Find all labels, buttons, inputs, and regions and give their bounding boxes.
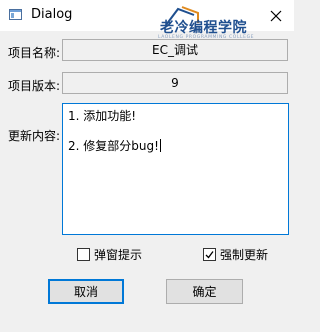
force-update-label: 强制更新	[220, 247, 269, 262]
watermark-text: 老冷编程学院	[160, 20, 247, 36]
project-name-label: 项目名称:	[8, 46, 61, 60]
project-name-field[interactable]: EC_调试	[62, 39, 288, 61]
update-line-1: 1. 添加功能!	[68, 109, 137, 123]
title-bar[interactable]: Dialog 老冷编程学院 LAOLENG PROGRAMMING COLLEG…	[0, 0, 294, 40]
popup-hint-checkbox[interactable]	[77, 247, 90, 261]
window-icon	[9, 9, 22, 20]
project-version-field[interactable]: 9	[62, 72, 288, 94]
window-title: Dialog	[31, 7, 73, 22]
close-button[interactable]	[266, 6, 286, 26]
checkmark-icon	[205, 250, 214, 258]
force-update-option[interactable]: 强制更新	[203, 246, 268, 262]
update-content-textarea[interactable]: 1. 添加功能! 2. 修复部分bug!	[62, 103, 289, 235]
close-icon	[270, 10, 282, 22]
popup-hint-label: 弹窗提示	[94, 247, 143, 262]
project-version-label: 项目版本:	[8, 79, 61, 93]
update-content-label: 更新内容:	[8, 129, 61, 143]
force-update-checkbox[interactable]	[203, 247, 216, 261]
update-line-2-row: 2. 修复部分bug!	[68, 138, 283, 154]
cancel-button[interactable]: 取消	[48, 279, 124, 304]
text-caret	[159, 139, 161, 152]
popup-hint-option[interactable]: 弹窗提示	[77, 246, 142, 262]
update-line-2: 2. 修复部分bug!	[68, 139, 159, 153]
ok-button[interactable]: 确定	[166, 279, 243, 304]
